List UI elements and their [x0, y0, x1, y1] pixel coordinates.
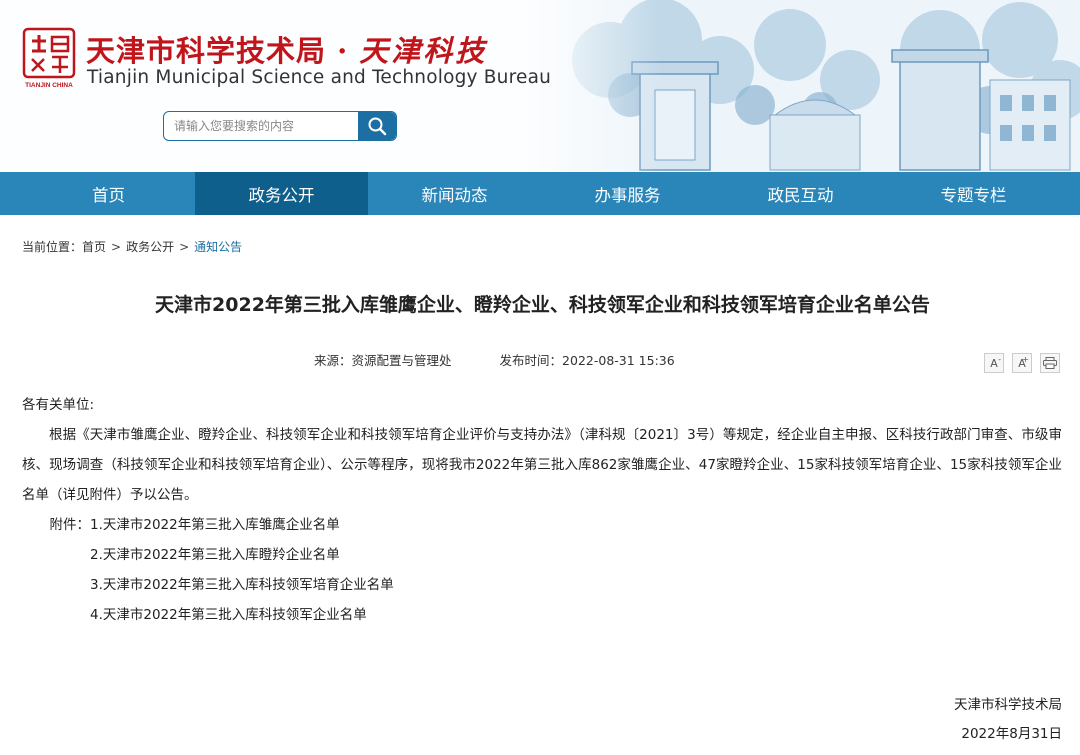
attachment-line-3: 3.天津市2022年第三批入库科技领军培育企业名单	[22, 570, 1062, 600]
search-input[interactable]	[164, 112, 360, 140]
breadcrumb-separator: >	[179, 240, 190, 254]
breadcrumb: 当前位置：首页 > 政务公开 > 通知公告	[22, 238, 242, 255]
article-tools: A- A +	[984, 353, 1060, 373]
site-title-en: Tianjin Municipal Science and Technology…	[87, 67, 552, 88]
source-label: 来源：	[314, 353, 352, 368]
site-title-cn-script: 天津科技	[359, 34, 488, 68]
site-title-cn: 天津市科学技术局 · 天津科技	[86, 28, 487, 70]
breadcrumb-item-notices[interactable]: 通知公告	[194, 238, 242, 255]
nav-item-services[interactable]: 办事服务	[541, 172, 714, 215]
article-salutation: 各有关单位:	[22, 397, 95, 413]
search-button[interactable]	[358, 112, 396, 140]
svg-text:TIANJIN CHINA: TIANJIN CHINA	[25, 82, 73, 89]
attachment-link-1[interactable]: 1.天津市2022年第三批入库雏鹰企业名单	[90, 517, 340, 533]
attachment-line-2: 2.天津市2022年第三批入库瞪羚企业名单	[22, 540, 1062, 570]
font-smaller-icon: A	[990, 356, 998, 370]
attachment-line-1: 附件：1.天津市2022年第三批入库雏鹰企业名单	[22, 510, 1062, 540]
header-building-illustration	[520, 0, 1080, 172]
breadcrumb-item-government-affairs[interactable]: 政务公开	[126, 238, 174, 255]
nav-item-interaction[interactable]: 政民互动	[714, 172, 887, 215]
plus-icon: +	[1022, 355, 1029, 364]
nav-item-government-affairs[interactable]: 政务公开	[195, 172, 368, 215]
font-smaller-button[interactable]: A-	[984, 353, 1004, 373]
source-value: 资源配置与管理处	[351, 353, 452, 368]
article-title: 天津市2022年第三批入库雏鹰企业、瞪羚企业、科技领军企业和科技领军培育企业名单…	[155, 294, 930, 316]
attachment-line-4: 4.天津市2022年第三批入库科技领军企业名单	[22, 600, 1062, 630]
published-label: 发布时间：	[499, 353, 563, 368]
article-meta: 来源：资源配置与管理处 发布时间：2022-08-31 15:36	[314, 350, 675, 369]
font-larger-button[interactable]: A +	[1012, 353, 1032, 373]
minus-icon: -	[998, 355, 1001, 364]
search-box	[163, 111, 397, 141]
published-value: 2022-08-31 15:36	[562, 353, 675, 368]
search-icon	[368, 117, 387, 136]
attachments-label: 附件：	[49, 517, 91, 533]
breadcrumb-item-home[interactable]: 首页	[82, 238, 106, 255]
bureau-logo: TIANJIN CHINA	[22, 27, 76, 89]
breadcrumb-prefix: 当前位置：	[22, 240, 83, 254]
attachment-link-3[interactable]: 3.天津市2022年第三批入库科技领军培育企业名单	[90, 577, 394, 593]
article-body: 各有关单位: 根据《天津市雏鹰企业、瞪羚企业、科技领军企业和科技领军培育企业评价…	[22, 390, 1062, 630]
article-signature: 天津市科学技术局	[954, 697, 1062, 713]
nav-item-home[interactable]: 首页	[22, 172, 195, 215]
nav-item-topics[interactable]: 专题专栏	[887, 172, 1060, 215]
attachment-link-4[interactable]: 4.天津市2022年第三批入库科技领军企业名单	[90, 607, 367, 623]
print-button[interactable]	[1040, 353, 1060, 373]
article-paragraph: 根据《天津市雏鹰企业、瞪羚企业、科技领军企业和科技领军培育企业评价与支持办法》（…	[22, 427, 1062, 503]
article-date: 2022年8月31日	[961, 726, 1062, 742]
print-icon	[1043, 357, 1057, 369]
site-header: TIANJIN CHINA 天津市科学技术局 · 天津科技 Tianjin Mu…	[0, 0, 1080, 172]
main-nav: 首页 政务公开 新闻动态 办事服务 政民互动 专题专栏	[0, 172, 1080, 215]
site-title-cn-main: 天津市科学技术局 ·	[86, 34, 360, 68]
breadcrumb-separator: >	[111, 240, 122, 254]
nav-item-news[interactable]: 新闻动态	[368, 172, 541, 215]
attachment-link-2[interactable]: 2.天津市2022年第三批入库瞪羚企业名单	[90, 547, 340, 563]
